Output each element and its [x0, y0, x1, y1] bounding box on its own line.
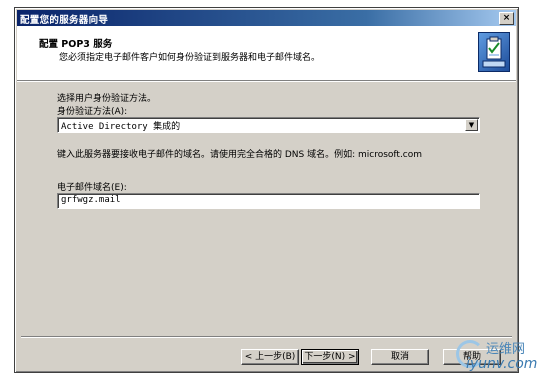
- watermark-line-2: iyunv.com: [466, 356, 538, 372]
- back-button[interactable]: < 上一步(B): [241, 349, 299, 365]
- wizard-dialog: 配置您的服务器向导 × 配置 POP3 服务 您必须指定电子邮件客户如何身份验证…: [14, 7, 519, 373]
- chevron-down-icon: ▼: [468, 121, 475, 129]
- auth-method-label: 身份验证方法(A):: [57, 107, 128, 117]
- domain-input-value: grfwgz.mail: [61, 195, 121, 205]
- wizard-clipboard-icon: [478, 32, 510, 72]
- next-button[interactable]: 下一步(N) >: [301, 349, 359, 365]
- auth-method-value: Active Directory 集成的: [61, 122, 181, 132]
- watermark-line-1: 运维网: [486, 342, 526, 357]
- header-divider: [17, 81, 516, 82]
- domain-label: 电子邮件域名(E):: [57, 183, 127, 193]
- close-icon: ×: [502, 13, 511, 23]
- wizard-header: 配置 POP3 服务 您必须指定电子邮件客户如何身份验证到服务器和电子邮件域名。: [17, 26, 516, 81]
- dropdown-button[interactable]: ▼: [465, 119, 478, 131]
- page-title: 配置 POP3 服务: [39, 39, 113, 50]
- domain-hint: 键入此服务器要接收电子邮件的域名。请使用完全合格的 DNS 域名。例如: mic…: [57, 150, 423, 160]
- close-button[interactable]: ×: [499, 12, 514, 25]
- title-bar[interactable]: 配置您的服务器向导 ×: [17, 10, 516, 26]
- site-watermark: 运维网 iyunv.com: [456, 338, 542, 378]
- footer-divider: [21, 336, 512, 338]
- auth-method-select[interactable]: Active Directory 集成的 ▼: [57, 117, 480, 133]
- domain-input[interactable]: grfwgz.mail: [57, 193, 480, 209]
- auth-instruction: 选择用户身份验证方法。: [57, 94, 157, 104]
- cancel-button[interactable]: 取消: [371, 349, 429, 365]
- window-title: 配置您的服务器向导: [20, 15, 109, 26]
- page-subtitle: 您必须指定电子邮件客户如何身份验证到服务器和电子邮件域名。: [59, 53, 321, 63]
